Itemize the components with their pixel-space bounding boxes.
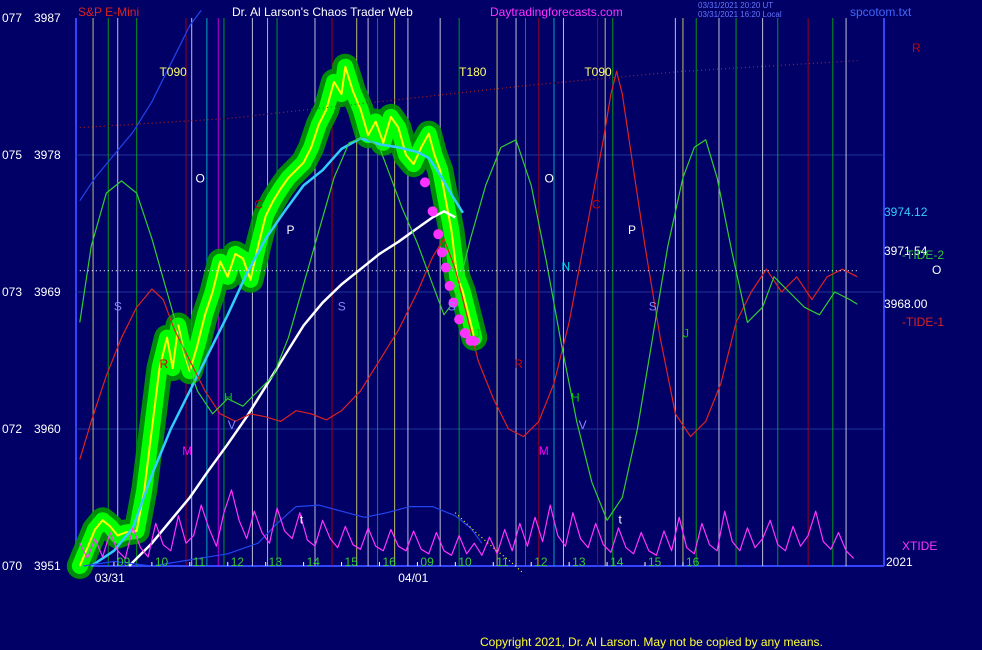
timestamp-local: 03/31/2021 16:20 Local — [698, 10, 782, 19]
cycle-label: H — [224, 391, 233, 405]
x-tick-label: 12 — [534, 555, 548, 569]
cycle-label: R — [159, 357, 168, 371]
cycle-label: T090 — [584, 65, 612, 79]
price-highlight-dot — [444, 280, 455, 291]
x-tick-label: 16 — [686, 555, 700, 569]
cycle-label: C — [254, 197, 263, 211]
x-tick-label: 13 — [269, 555, 283, 569]
copyright-notice: Copyright 2021, Dr. Al Larson. May not b… — [480, 635, 823, 649]
series-ma-slow — [128, 210, 456, 567]
date-label: 03/31 — [95, 571, 125, 585]
cycle-label: V — [579, 418, 587, 432]
cycle-label: S — [338, 299, 346, 313]
y-tick-price: 3978 — [34, 148, 61, 162]
x-tick-label: 09 — [117, 555, 131, 569]
chaos-trader-chart: T090 T180 T090O OC CP PNS S S SJ JR RH HV VM Mt t S&P … — [2, 1, 944, 649]
x-tick-label: 14 — [610, 555, 624, 569]
cycle-label: M — [182, 444, 192, 458]
series-blue-curve — [79, 10, 202, 202]
y-axis-ticks: 077 3987 075 3978 073 3969 072 3960 070 3951 — [2, 11, 61, 573]
tide1-label: -TIDE-1 — [902, 315, 944, 329]
date-labels: 03/31 04/01 — [95, 571, 429, 585]
cycle-label: S — [114, 299, 122, 313]
x-tick-label: 11 — [496, 555, 509, 569]
x-tick-label: 15 — [648, 555, 662, 569]
x-tick-label: 09 — [420, 555, 434, 569]
cycle-label: J — [683, 327, 689, 341]
y-tick-price: 3987 — [34, 11, 61, 25]
cycle-label: S — [448, 299, 456, 313]
y-tick-price: 3960 — [34, 422, 61, 436]
y-tick-price: 3969 — [34, 285, 61, 299]
site-url: Daytradingforecasts.com — [490, 5, 623, 19]
cycle-label: M — [539, 444, 549, 458]
price-highlight-dot — [440, 262, 451, 273]
y-tick-code: 075 — [2, 148, 22, 162]
right-value-3: 3968.00 — [884, 297, 928, 311]
cycle-label: O — [544, 171, 553, 185]
cycle-label: S — [649, 299, 657, 313]
cycle-label: P — [628, 223, 636, 237]
cycle-label: t — [618, 512, 622, 526]
right-value-1: 3974.12 — [884, 205, 928, 219]
right-label-o: O — [932, 263, 941, 277]
y-tick-price: 3951 — [34, 559, 61, 573]
x-tick-label: 16 — [382, 555, 396, 569]
date-label: 04/01 — [398, 571, 428, 585]
site-title: Dr. Al Larson's Chaos Trader Web — [232, 5, 413, 19]
y-tick-code: 070 — [2, 559, 22, 573]
cycle-label: N — [562, 260, 571, 274]
cycle-label: J — [474, 327, 480, 341]
price-highlight-dot — [419, 177, 430, 188]
timestamp-ut: 03/31/2021 20:20 UT — [698, 1, 773, 10]
cycle-label: H — [571, 391, 580, 405]
x-tick-label: 14 — [307, 555, 321, 569]
price-highlight-dot — [454, 314, 465, 325]
x-tick-label: 12 — [231, 555, 245, 569]
right-label-r: R — [912, 41, 921, 55]
data-file-label: spcotom.txt — [850, 5, 912, 19]
cycle-label: T180 — [459, 65, 487, 79]
price-highlight-dot — [437, 247, 448, 258]
x-tick-label: 10 — [155, 555, 169, 569]
year-label: 2021 — [886, 555, 913, 569]
price-highlight-dot — [427, 206, 438, 217]
x-tick-label: 11 — [193, 555, 206, 569]
cycle-label: O — [195, 171, 204, 185]
x-tick-label: 13 — [572, 555, 586, 569]
price-highlight-dot — [433, 229, 444, 240]
symbol-label: S&P E-Mini — [78, 5, 139, 19]
x-tick-label: 15 — [345, 555, 359, 569]
x-tick-label: 10 — [458, 555, 472, 569]
cycle-label: C — [592, 197, 601, 211]
cycle-label: V — [228, 418, 236, 432]
y-tick-code: 077 — [2, 11, 22, 25]
y-tick-code: 073 — [2, 285, 22, 299]
y-tick-code: 072 — [2, 422, 22, 436]
cycle-label: T090 — [159, 65, 187, 79]
xtide-label: XTIDE — [902, 539, 937, 553]
cycle-label: P — [287, 223, 295, 237]
cycle-label: R — [514, 357, 523, 371]
tide2-label: -TIDE-2 — [902, 248, 944, 262]
